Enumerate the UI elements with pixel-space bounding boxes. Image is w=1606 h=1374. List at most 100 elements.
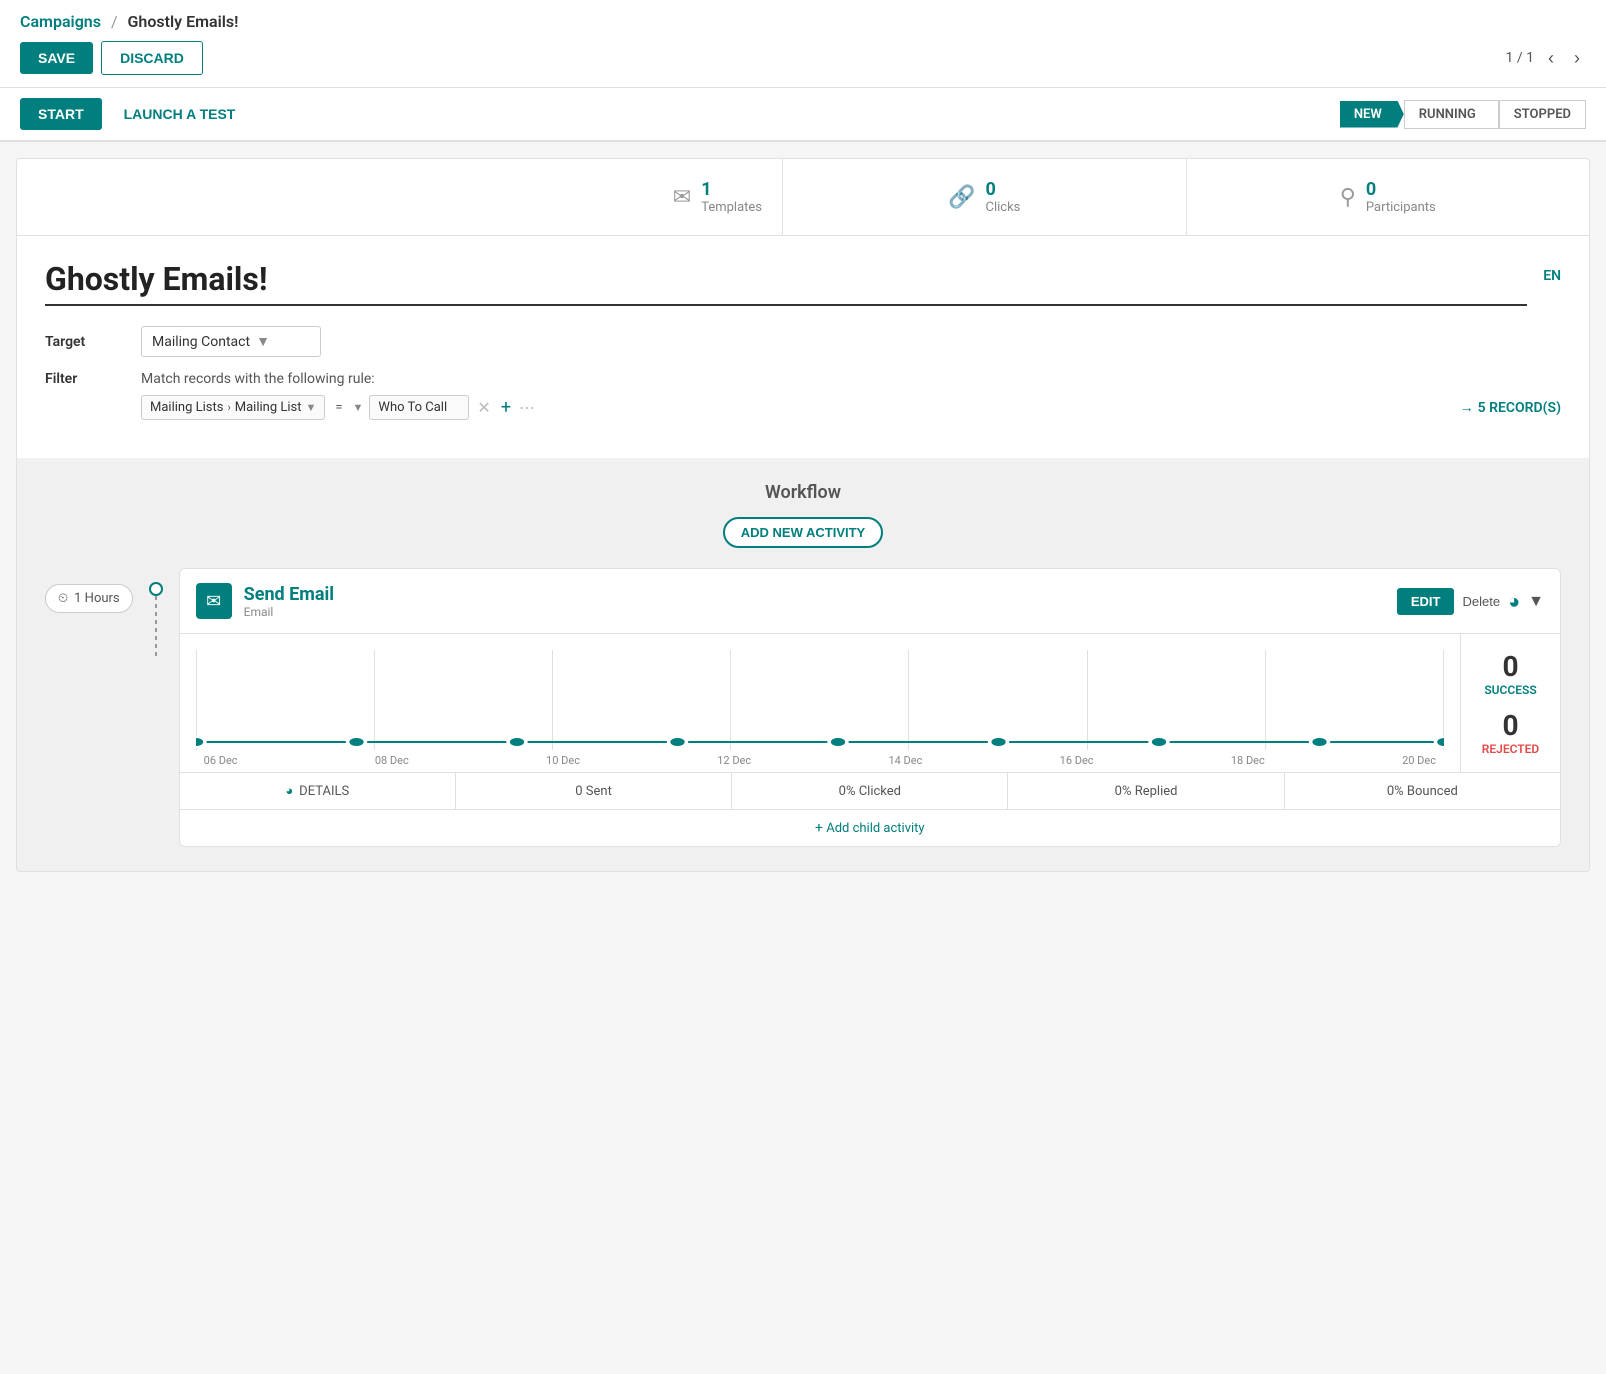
breadcrumb: Campaigns / Ghostly Emails! [20, 12, 1586, 31]
participants-label: Participants [1366, 200, 1436, 215]
chart-label-3: 10 Dec [546, 754, 580, 767]
templates-count: 1 [701, 179, 762, 200]
chart-label-2: 08 Dec [375, 754, 409, 767]
bounced-label: 0% Bounced [1387, 784, 1458, 799]
connector-line [155, 596, 157, 656]
target-value: Mailing Contact [152, 334, 250, 350]
pagination-next[interactable]: › [1568, 46, 1586, 71]
filter-more-icon[interactable]: ⋯ [519, 398, 535, 417]
filter-add-icon[interactable]: + [499, 397, 513, 418]
discard-button[interactable]: DISCARD [101, 41, 203, 75]
chart-labels: 06 Dec 08 Dec 10 Dec 12 Dec 14 Dec 16 De… [196, 754, 1444, 767]
breadcrumb-campaigns[interactable]: Campaigns [20, 12, 101, 31]
chart-area [196, 650, 1444, 750]
activity-header: ✉ Send Email Email EDIT Delete ◕ ▼ [180, 569, 1560, 634]
clock-icon: ⏲ [58, 591, 68, 606]
pagination-prev[interactable]: ‹ [1542, 46, 1560, 71]
stats-templates[interactable]: ✉ 1 Templates [17, 159, 783, 235]
bounced-stat: 0% Bounced [1285, 773, 1560, 809]
sent-label: 0 Sent [575, 784, 612, 799]
filter-value: Who To Call [369, 395, 469, 420]
launch-test-button[interactable]: LAUNCH A TEST [110, 98, 250, 130]
breadcrumb-separator: / [111, 12, 118, 31]
workflow-section: Workflow ADD NEW ACTIVITY ⏲ 1 Hours ✉ Se… [17, 458, 1589, 871]
filter-chip-mailing-lists: Mailing Lists › Mailing List ▼ [141, 395, 325, 420]
status-running[interactable]: RUNNING [1404, 100, 1499, 129]
chart-label-5: 14 Dec [888, 754, 922, 767]
chip-arrow-icon: › [227, 401, 230, 414]
filter-icon[interactable]: ▼ [1528, 591, 1544, 611]
link-icon: 🔗 [948, 185, 975, 210]
target-row: Target Mailing Contact ▼ [45, 326, 1561, 357]
replied-stat: 0% Replied [1008, 773, 1284, 809]
lang-badge[interactable]: EN [1543, 268, 1561, 284]
connector-dot [149, 582, 163, 596]
edit-button[interactable]: EDIT [1397, 588, 1455, 615]
records-count: 5 RECORD(S) [1478, 400, 1561, 416]
activity-name: Send Email [244, 584, 1385, 605]
action-bar: START LAUNCH A TEST NEW RUNNING STOPPED [0, 88, 1606, 142]
status-stopped[interactable]: STOPPED [1499, 100, 1586, 129]
workflow-connector [149, 582, 163, 656]
activity-icon: ✉ [196, 583, 232, 619]
success-label: SUCCESS [1484, 683, 1536, 697]
pagination: 1 / 1 ‹ › [1506, 46, 1586, 71]
status-bar: NEW RUNNING STOPPED [1340, 100, 1586, 129]
chart-label-8: 20 Dec [1402, 754, 1436, 767]
participants-icon: ⚲ [1340, 185, 1356, 210]
dropdown-arrow-icon: ▼ [256, 333, 270, 350]
chip-dropdown-icon[interactable]: ▼ [306, 401, 317, 414]
activity-actions: EDIT Delete ◕ ▼ [1397, 588, 1544, 615]
top-bar: Campaigns / Ghostly Emails! SAVE DISCARD… [0, 0, 1606, 88]
add-child-plus-icon: + [815, 820, 823, 836]
time-badge: ⏲ 1 Hours [45, 584, 133, 613]
toolbar-row: SAVE DISCARD 1 / 1 ‹ › [20, 41, 1586, 75]
clicked-stat: 0% Clicked [732, 773, 1008, 809]
workflow-item: ⏲ 1 Hours ✉ Send Email Email EDIT Delete [45, 568, 1561, 847]
chart-label-4: 12 Dec [717, 754, 751, 767]
start-button[interactable]: START [20, 98, 102, 130]
filter-description: Match records with the following rule: [141, 371, 1561, 387]
details-stat[interactable]: ◕ DETAILS [180, 773, 456, 809]
target-select[interactable]: Mailing Contact ▼ [141, 326, 321, 357]
add-child-row[interactable]: + Add child activity [180, 809, 1560, 846]
time-label: 1 Hours [74, 591, 120, 606]
email-icon: ✉ [673, 185, 691, 210]
rejected-label: REJECTED [1482, 742, 1539, 756]
filter-label: Filter [45, 371, 125, 387]
action-left: START LAUNCH A TEST [20, 98, 249, 130]
status-new[interactable]: NEW [1340, 101, 1404, 128]
activity-title: Send Email Email [244, 584, 1385, 619]
pagination-count: 1 / 1 [1506, 50, 1534, 66]
rejected-count: 0 [1502, 709, 1518, 742]
breadcrumb-current: Ghostly Emails! [128, 12, 239, 31]
filter-remove-icon[interactable]: ✕ [475, 398, 492, 417]
filter-chips-row: Mailing Lists › Mailing List ▼ = ▼ Who T… [141, 395, 1561, 420]
details-label: DETAILS [299, 784, 349, 799]
chart-icon[interactable]: ◕ [1508, 589, 1520, 614]
toolbar-left: SAVE DISCARD [20, 41, 203, 75]
clicks-count: 0 [986, 179, 1021, 200]
chart-main: 06 Dec 08 Dec 10 Dec 12 Dec 14 Dec 16 De… [180, 634, 1460, 772]
chart-stats: 0 SUCCESS 0 REJECTED [1460, 634, 1560, 772]
chart-svg [196, 650, 1444, 750]
activity-type: Email [244, 605, 1385, 619]
delete-button[interactable]: Delete [1462, 594, 1500, 609]
add-activity-button[interactable]: ADD NEW ACTIVITY [723, 517, 883, 548]
add-child-label: Add child activity [826, 821, 924, 836]
save-button[interactable]: SAVE [20, 42, 93, 74]
main-content: ✉ 1 Templates 🔗 0 Clicks ⚲ 0 Participant… [16, 158, 1590, 872]
workflow-title: Workflow [45, 482, 1561, 503]
chart-label-7: 18 Dec [1231, 754, 1265, 767]
campaign-title-row: Ghostly Emails! EN [45, 260, 1561, 306]
campaign-body: Ghostly Emails! EN Target Mailing Contac… [17, 236, 1589, 458]
replied-label: 0% Replied [1115, 784, 1178, 799]
chip-label2: Mailing List [235, 400, 302, 415]
filter-equals: = [331, 400, 346, 415]
stats-clicks[interactable]: 🔗 0 Clicks [783, 159, 1187, 235]
campaign-title: Ghostly Emails! [45, 260, 1527, 306]
stats-participants[interactable]: ⚲ 0 Participants [1187, 159, 1590, 235]
filter-select-dropdown-icon[interactable]: ▼ [353, 401, 364, 414]
templates-label: Templates [701, 200, 762, 215]
records-link[interactable]: → 5 RECORD(S) [1460, 399, 1561, 416]
